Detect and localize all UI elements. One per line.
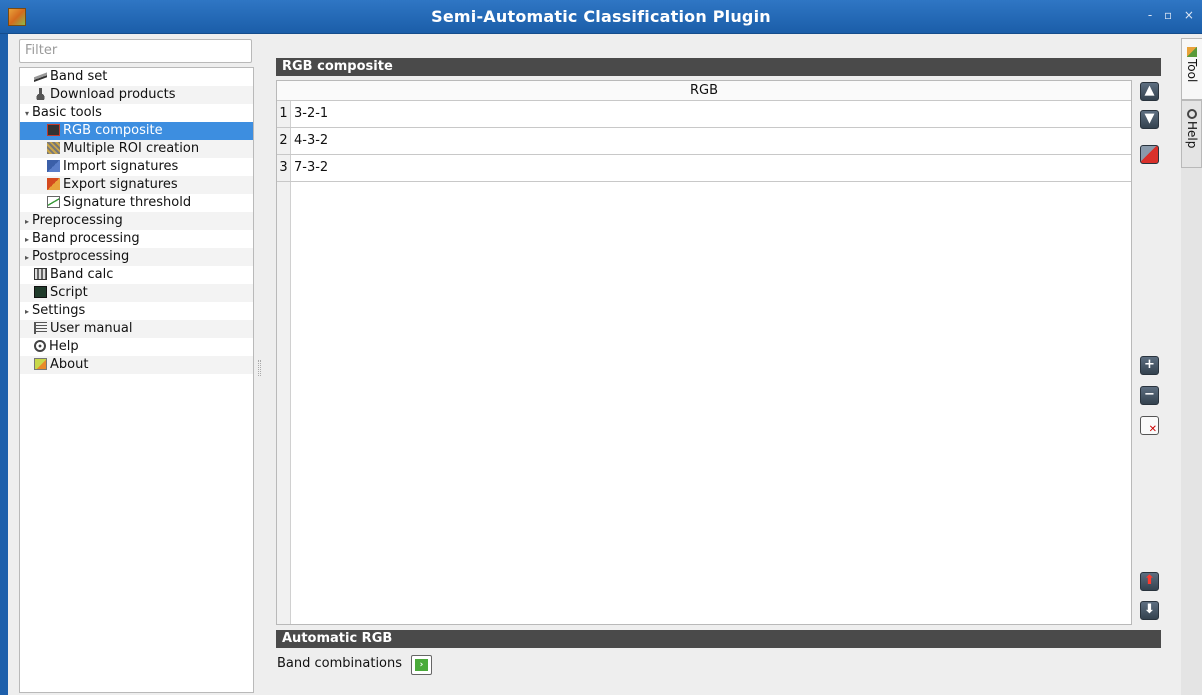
roi-icon	[47, 142, 60, 154]
band-calc-icon	[34, 268, 47, 280]
tree-item-help[interactable]: Help	[20, 338, 253, 356]
download-icon	[34, 88, 47, 100]
help-icon	[34, 340, 46, 352]
rgb-icon	[47, 124, 60, 136]
red-arrow-down-icon: ⬇	[1144, 602, 1155, 617]
add-button[interactable]: +	[1140, 356, 1159, 375]
table-row[interactable]: 1 3-2-1	[277, 101, 1131, 128]
row-number: 1	[277, 101, 291, 127]
table-row[interactable]: 3 7-3-2	[277, 155, 1131, 182]
expand-right-icon[interactable]: ▸	[22, 231, 32, 249]
tree-item-user-manual[interactable]: User manual	[20, 320, 253, 338]
run-arrow-icon: ›	[415, 659, 428, 671]
rgb-cell[interactable]: 7-3-2	[294, 155, 328, 181]
move-down-button[interactable]: ▼	[1140, 110, 1159, 129]
tree-item-settings[interactable]: ▸ Settings	[20, 302, 253, 320]
minus-icon: −	[1144, 387, 1155, 402]
script-icon	[34, 286, 47, 298]
remove-button[interactable]: −	[1140, 386, 1159, 405]
arrow-up-icon: ▲	[1144, 83, 1155, 98]
red-arrow-up-icon: ⬆	[1144, 573, 1155, 588]
tree-item-preprocessing[interactable]: ▸ Preprocessing	[20, 212, 253, 230]
import-icon	[47, 160, 60, 172]
clear-icon: ✕	[1148, 424, 1157, 435]
tree-item-script[interactable]: Script	[20, 284, 253, 302]
expand-right-icon[interactable]: ▸	[22, 303, 32, 321]
tool-icon	[1187, 47, 1197, 57]
band-combinations-button[interactable]: ›	[411, 655, 432, 675]
tree-item-band-calc[interactable]: Band calc	[20, 266, 253, 284]
export-icon	[47, 178, 60, 190]
window-border	[0, 34, 8, 695]
row-number: 2	[277, 128, 291, 154]
right-tab-strip: Tool Help	[1181, 38, 1202, 695]
tree-item-band-processing[interactable]: ▸ Band processing	[20, 230, 253, 248]
move-up-button[interactable]: ▲	[1140, 82, 1159, 101]
rgb-composite-header: RGB composite	[276, 58, 1161, 76]
import-button[interactable]: ⬆	[1140, 572, 1159, 591]
tool-tree: Band set Download products ▾ Basic tools …	[19, 67, 254, 693]
filter-input[interactable]: Filter	[19, 39, 252, 63]
table-row[interactable]: 2 4-3-2	[277, 128, 1131, 155]
tree-item-rgb-composite[interactable]: RGB composite	[20, 122, 253, 140]
splitter-handle[interactable]	[258, 360, 261, 376]
tree-item-about[interactable]: About	[20, 356, 253, 374]
rgb-table: RGB 1 3-2-1 2 4-3-2 3 7-3-2	[276, 80, 1132, 625]
arrow-down-icon: ▼	[1144, 111, 1155, 126]
title-bar: Semi-Automatic Classification Plugin - ▫…	[0, 0, 1202, 34]
band-combinations-label: Band combinations	[277, 656, 403, 671]
band-set-icon	[34, 72, 47, 82]
expand-right-icon[interactable]: ▸	[22, 213, 32, 231]
tree-item-export-signatures[interactable]: Export signatures	[20, 176, 253, 194]
tree-item-band-set[interactable]: Band set	[20, 68, 253, 86]
export-button[interactable]	[1140, 145, 1159, 164]
window-controls[interactable]: - ▫ ×	[1148, 8, 1198, 22]
tab-help[interactable]: Help	[1181, 100, 1202, 168]
help-icon	[1187, 109, 1197, 119]
row-number: 3	[277, 155, 291, 181]
clear-table-button[interactable]: ✕	[1140, 416, 1159, 435]
tab-tool[interactable]: Tool	[1181, 38, 1202, 100]
tree-item-postprocessing[interactable]: ▸ Postprocessing	[20, 248, 253, 266]
rgb-cell[interactable]: 3-2-1	[294, 101, 328, 127]
export-table-button[interactable]: ⬇	[1140, 601, 1159, 620]
manual-icon	[34, 322, 47, 334]
threshold-icon	[47, 196, 60, 208]
automatic-rgb-header: Automatic RGB	[276, 630, 1161, 648]
expand-down-icon[interactable]: ▾	[22, 105, 32, 123]
tree-item-download-products[interactable]: Download products	[20, 86, 253, 104]
tree-item-import-signatures[interactable]: Import signatures	[20, 158, 253, 176]
rgb-cell[interactable]: 4-3-2	[294, 128, 328, 154]
tree-item-signature-threshold[interactable]: Signature threshold	[20, 194, 253, 212]
expand-right-icon[interactable]: ▸	[22, 249, 32, 267]
rgb-column-header[interactable]: RGB	[277, 81, 1131, 101]
plus-icon: +	[1144, 357, 1155, 372]
window-title: Semi-Automatic Classification Plugin	[431, 7, 771, 26]
tree-item-multiple-roi-creation[interactable]: Multiple ROI creation	[20, 140, 253, 158]
tree-item-basic-tools[interactable]: ▾ Basic tools	[20, 104, 253, 122]
about-icon	[34, 358, 47, 370]
